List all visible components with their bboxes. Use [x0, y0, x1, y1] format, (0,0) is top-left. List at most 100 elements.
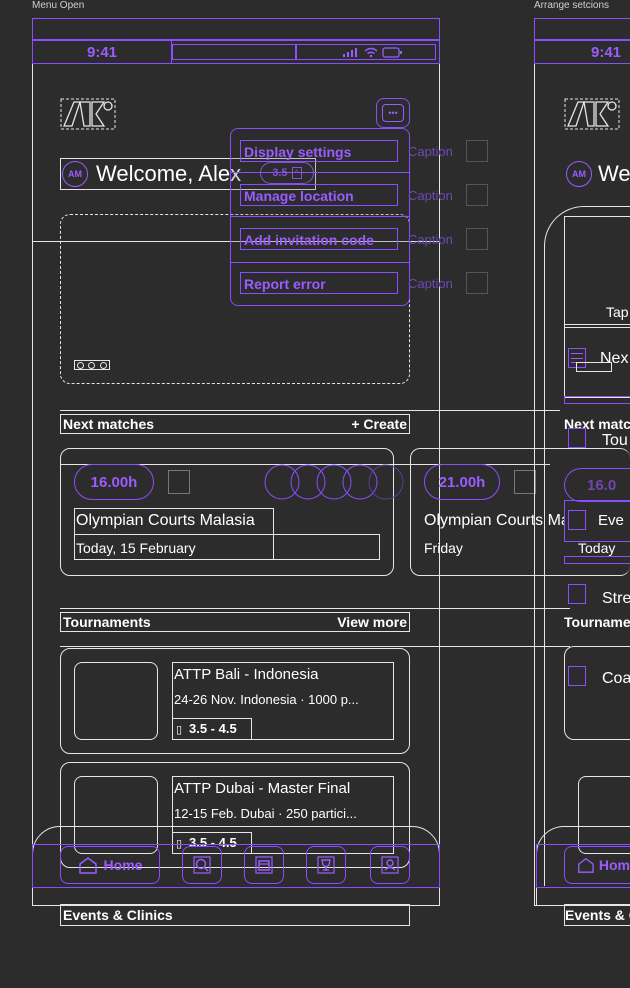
section-header-events: Events & Clinics — [60, 904, 410, 926]
menu-item-icon-placeholder — [466, 228, 488, 250]
menu-caption: Caption — [408, 188, 453, 203]
calendar-icon — [255, 856, 273, 874]
app-logo — [60, 98, 116, 130]
tap-text: Tap — [606, 304, 629, 320]
match-date: Today — [578, 540, 616, 556]
nav-calendar-button[interactable] — [244, 846, 284, 884]
sport-icon — [168, 470, 190, 494]
drag-handle-icon[interactable] — [568, 584, 586, 604]
arrange-section-label: Tou — [602, 432, 628, 449]
create-match-link[interactable]: + Create — [351, 416, 407, 432]
menu-button[interactable]: ••• — [376, 98, 410, 128]
status-icons — [296, 44, 436, 60]
drag-handle-icon[interactable] — [568, 428, 586, 448]
status-time: 9:41 — [591, 43, 622, 61]
level-icon: ▯ — [176, 724, 183, 736]
logo-icon — [564, 98, 620, 130]
menu-item-add-invitation-code[interactable]: Add invitation code — [240, 228, 398, 250]
match-time: 21.00h — [438, 473, 486, 491]
match-date: Friday — [424, 540, 463, 556]
menu-item-manage-location[interactable]: Manage location — [240, 184, 398, 206]
menu-item-icon-placeholder — [466, 272, 488, 294]
nav-profile-button[interactable] — [370, 846, 410, 884]
home-icon — [78, 857, 97, 874]
menu-caption: Caption — [408, 232, 453, 247]
level-range: 3.5 - 4.5 — [189, 721, 237, 736]
menu-divider — [230, 172, 410, 173]
drag-handle-icon[interactable] — [568, 510, 586, 530]
carousel-dots — [576, 362, 612, 372]
menu-item-label: Report error — [244, 276, 326, 292]
nav-search-button[interactable] — [182, 846, 222, 884]
frame-label-menu-open: Menu Open — [32, 0, 85, 11]
status-notch — [172, 44, 296, 60]
menu-item-label: Display settings — [244, 144, 352, 160]
guide-line — [60, 410, 560, 411]
home-icon — [578, 857, 594, 873]
match-time-chip: 16.00h — [74, 464, 154, 500]
menu-item-report-error[interactable]: Report error — [240, 272, 398, 294]
status-bar-top — [534, 18, 630, 40]
menu-caption: Caption — [408, 144, 453, 159]
nav-home-label: Home — [103, 857, 143, 873]
section-title: Tourname — [564, 614, 630, 630]
match-time-chip: 21.00h — [424, 464, 500, 500]
search-icon — [193, 856, 211, 874]
status-bar: 9:41 — [534, 40, 630, 64]
section-header-next-matches: Next matches + Create — [60, 414, 410, 434]
menu-item-icon-placeholder — [466, 140, 488, 162]
status-time: 9:41 — [86, 43, 118, 61]
menu-divider — [230, 262, 410, 263]
menu-caption: Caption — [408, 276, 453, 291]
nav-home-label: Hom — [598, 857, 630, 873]
avatar[interactable]: AM — [62, 161, 88, 187]
menu-item-icon-placeholder — [466, 184, 488, 206]
menu-divider — [230, 216, 410, 217]
player-avatars — [264, 464, 404, 500]
logo-icon — [60, 98, 116, 130]
match-venue: Olympian Courts Malasia — [76, 512, 255, 529]
user-icon — [381, 856, 399, 874]
more-icon: ••• — [382, 104, 404, 122]
avatar[interactable]: AM — [566, 161, 592, 187]
arrange-section-row[interactable] — [564, 646, 630, 740]
section-title: Events & Clinics — [63, 907, 173, 923]
arrange-section-label: Stre — [602, 590, 630, 607]
section-header-tournaments: Tournaments View more — [60, 612, 410, 632]
guide-line — [60, 608, 570, 609]
menu-item-label: Manage location — [244, 188, 354, 204]
section-title: Events & C — [565, 907, 630, 923]
welcome-text: We — [598, 161, 630, 186]
menu-item-label: Add invitation code — [244, 232, 374, 248]
section-title: Next matches — [63, 416, 155, 432]
nav-home-button[interactable]: Hom — [564, 846, 630, 884]
arrange-section-label: Eve — [598, 512, 624, 529]
match-time: 16.00h — [90, 473, 138, 491]
section-header-events: Events & C — [564, 904, 630, 926]
section-title: Tournaments — [63, 614, 151, 630]
tournament-details: 12-15 Feb. Dubai · 250 partici... — [174, 806, 357, 821]
status-bar-top — [32, 18, 440, 40]
tournament-image — [74, 662, 158, 740]
nav-home-button[interactable]: Home — [60, 846, 160, 884]
guide-line — [60, 646, 570, 647]
carousel-dots[interactable] — [74, 360, 110, 370]
tournament-name: ATTP Dubai - Master Final — [174, 780, 351, 797]
menu-item-display-settings[interactable]: Display settings — [240, 140, 398, 162]
match-date-row — [74, 534, 380, 560]
arrange-section-label: Coa — [602, 670, 630, 687]
app-logo — [564, 98, 630, 130]
match-time: 16.0 — [587, 477, 617, 494]
welcome-text: Welcome, Alex — [96, 161, 242, 186]
drag-handle-icon[interactable] — [568, 666, 586, 686]
view-more-link[interactable]: View more — [337, 614, 407, 630]
arrange-divider — [564, 396, 630, 404]
tournament-details: 24-26 Nov. Indonesia · 1000 p... — [174, 692, 359, 707]
tournament-name: ATTP Bali - Indonesia — [174, 666, 319, 683]
match-time-chip: 16.0 — [564, 468, 630, 502]
trophy-icon — [317, 856, 335, 874]
nav-trophy-button[interactable] — [306, 846, 346, 884]
sport-icon — [514, 470, 536, 494]
status-time-box: 9:41 — [32, 40, 172, 64]
signal-wifi-battery-icon — [343, 47, 402, 58]
